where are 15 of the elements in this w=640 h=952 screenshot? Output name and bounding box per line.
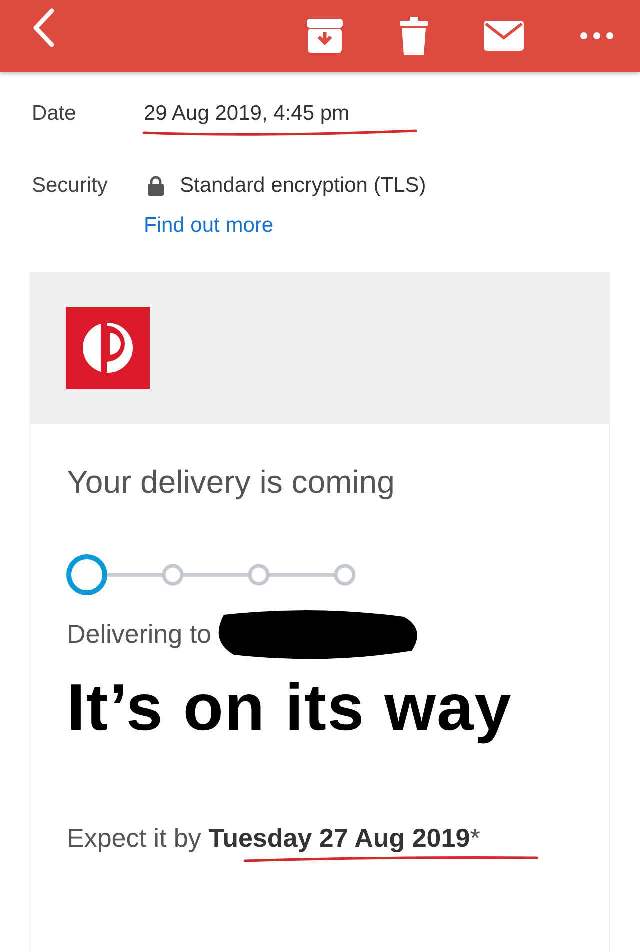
field-label: Date	[32, 101, 78, 127]
field-value: Standard encryption (TLS)	[180, 173, 426, 199]
find-out-more-link[interactable]: Find out more	[144, 214, 274, 238]
email-title: Your delivery is coming	[67, 464, 396, 501]
field-value: 29 Aug 2019, 4:45 pm	[144, 101, 350, 127]
archive-icon[interactable]	[306, 18, 344, 54]
delivering-label: Delivering to	[67, 618, 212, 650]
logo-icon	[66, 307, 150, 389]
field-label: Security	[32, 173, 109, 199]
mail-icon[interactable]	[484, 21, 524, 51]
expected-date-text: Expect it by Tuesday 27 Aug 2019*	[67, 823, 482, 854]
headline: It’s on its way	[67, 669, 514, 745]
back-icon[interactable]	[32, 8, 56, 48]
more-icon[interactable]	[580, 32, 614, 40]
trash-icon[interactable]	[400, 17, 428, 55]
